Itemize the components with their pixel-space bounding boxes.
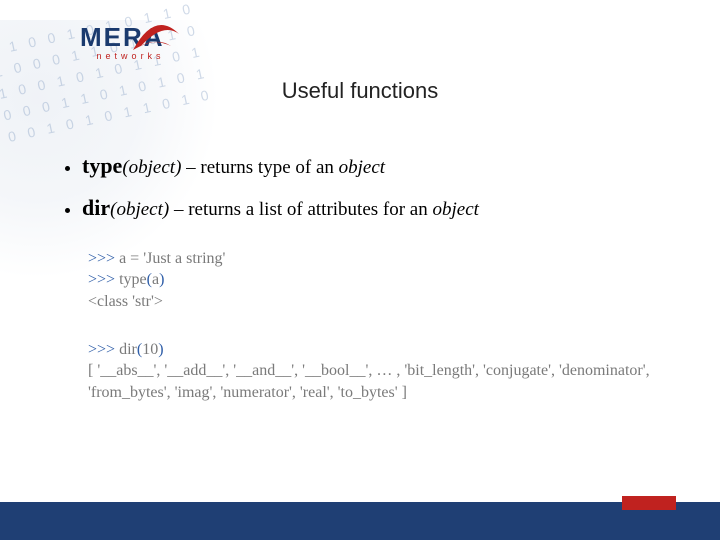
- fn-name: type: [82, 153, 122, 178]
- content-area: type(object) – returns type of an object…: [64, 150, 664, 403]
- bullet-desc: – returns type of an: [181, 157, 338, 178]
- fn-name: dir: [82, 195, 110, 220]
- code-text: a = 'Just a string': [115, 250, 225, 267]
- code-output: [ '__abs__', '__add__', '__and__', '__bo…: [88, 360, 664, 403]
- code-line: >>> type(a): [88, 269, 664, 291]
- slide: MERA networks Useful functions type(obje…: [0, 0, 720, 540]
- footer-accent: [622, 496, 676, 510]
- code-example-1: >>> a = 'Just a string' >>> type(a) <cla…: [88, 248, 664, 313]
- bullet-desc-em: object: [433, 199, 479, 220]
- swoosh-icon: [127, 16, 183, 72]
- code-line: >>> dir(10): [88, 339, 664, 361]
- footer-divider: [0, 494, 720, 502]
- paren-close: ): [158, 341, 163, 358]
- code-fn: type: [115, 271, 147, 288]
- prompt: >>>: [88, 341, 115, 358]
- code-fn: dir: [115, 341, 137, 358]
- prompt: >>>: [88, 250, 115, 267]
- code-example-2: >>> dir(10) [ '__abs__', '__add__', '__a…: [88, 339, 664, 404]
- bullet-list: type(object) – returns type of an object…: [64, 150, 664, 224]
- code-arg: 10: [142, 341, 158, 358]
- prompt: >>>: [88, 271, 115, 288]
- footer-bar: [0, 502, 720, 540]
- bullet-desc-em: object: [339, 157, 385, 178]
- code-arg: a: [152, 271, 159, 288]
- code-line: >>> a = 'Just a string': [88, 248, 664, 270]
- bullet-item-type: type(object) – returns type of an object: [82, 150, 664, 182]
- bullet-desc: – returns a list of attributes for an: [169, 199, 432, 220]
- fn-args: (object): [110, 199, 169, 220]
- code-output: <class 'str'>: [88, 291, 664, 313]
- bullet-item-dir: dir(object) – returns a list of attribut…: [82, 192, 664, 224]
- slide-title: Useful functions: [0, 78, 720, 104]
- logo: MERA networks: [80, 22, 165, 61]
- paren-close: ): [159, 271, 164, 288]
- fn-args: (object): [122, 157, 181, 178]
